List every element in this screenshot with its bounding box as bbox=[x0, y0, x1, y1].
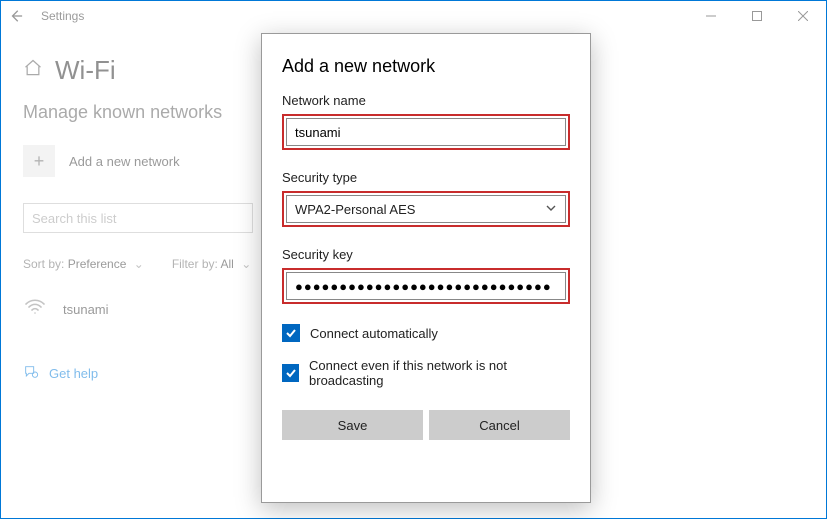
connect-hidden-checkbox[interactable] bbox=[282, 364, 299, 382]
network-name-input[interactable] bbox=[286, 118, 566, 146]
chevron-down-icon bbox=[545, 202, 557, 217]
add-network-dialog: Add a new network Network name Security … bbox=[261, 33, 591, 503]
connect-hidden-label: Connect even if this network is not broa… bbox=[309, 358, 570, 388]
dialog-title: Add a new network bbox=[282, 56, 570, 77]
save-button[interactable]: Save bbox=[282, 410, 423, 440]
connect-auto-label: Connect automatically bbox=[310, 326, 438, 341]
network-name-field-label: Network name bbox=[282, 93, 570, 108]
security-type-field-label: Security type bbox=[282, 170, 570, 185]
security-type-select[interactable]: WPA2-Personal AES bbox=[286, 195, 566, 223]
cancel-button[interactable]: Cancel bbox=[429, 410, 570, 440]
security-type-value: WPA2-Personal AES bbox=[295, 202, 415, 217]
security-key-field-label: Security key bbox=[282, 247, 570, 262]
connect-auto-checkbox[interactable] bbox=[282, 324, 300, 342]
security-key-input[interactable]: ●●●●●●●●●●●●●●●●●●●●●●●●●●●●● bbox=[286, 272, 566, 300]
